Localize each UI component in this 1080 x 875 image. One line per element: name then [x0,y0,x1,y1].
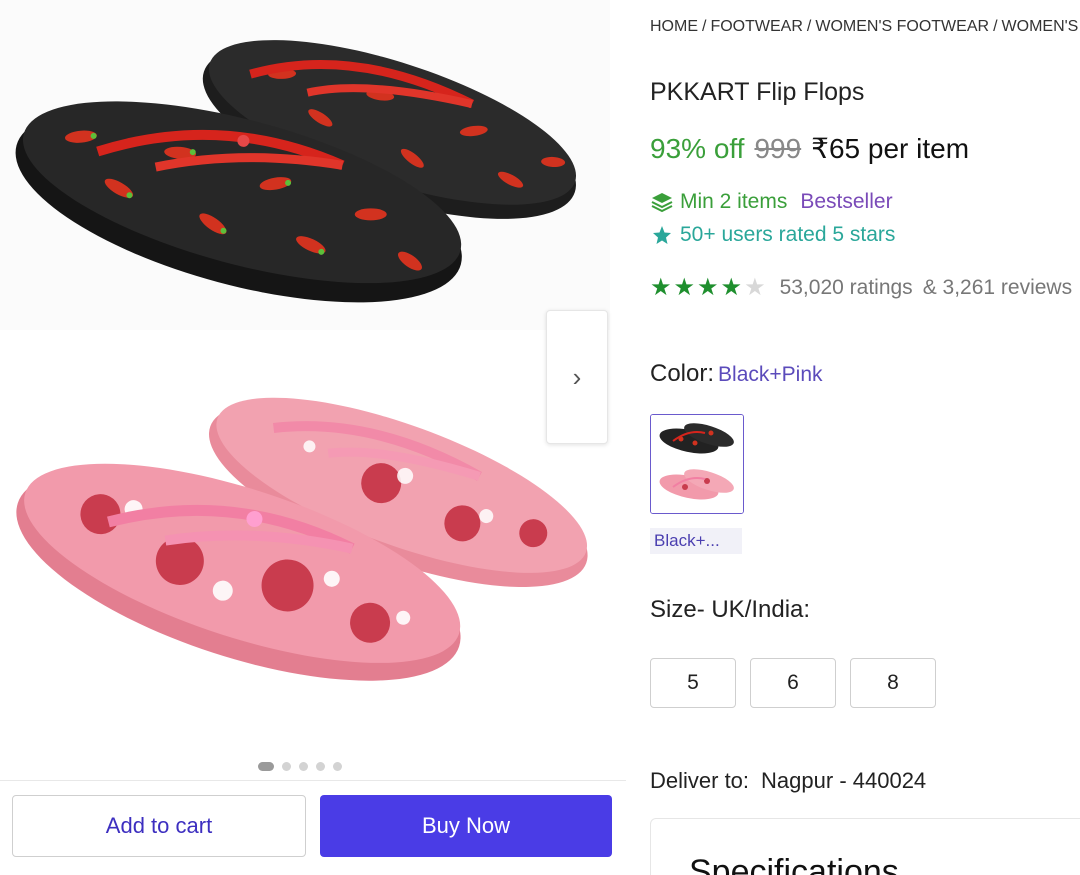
color-swatch-label[interactable]: Black+... [650,528,742,554]
product-image-pink[interactable] [0,380,610,710]
breadcrumb: HOME/FOOTWEAR/WOMEN'S FOOTWEAR/WOMEN'S S… [650,18,1080,36]
specifications-card: Specifications [650,818,1080,875]
star-rating: ★ ★ ★ ★ ★ [650,276,766,300]
delivery-row[interactable]: Deliver to: Nagpur - 440024 [650,768,926,794]
ratings-count: 53,020 ratings [779,276,913,299]
breadcrumb-womens-footwear[interactable]: WOMEN'S FOOTWEAR [815,18,989,35]
add-to-cart-button[interactable]: Add to cart [12,795,306,857]
pagination-dot[interactable] [258,762,274,771]
color-value: Black+Pink [718,363,823,386]
color-label: Color: Black+Pink [650,360,823,388]
min-items-text: Min 2 items [680,190,788,213]
reviews-count: & 3,261 reviews [922,276,1073,299]
product-title: PKKART Flip Flops [650,78,865,106]
image-pagination [258,762,342,771]
stack-layers-icon [651,193,673,213]
color-label-text: Color: [650,360,715,387]
star-filled-icon: ★ [697,274,719,301]
swatch-thumbnail [651,415,743,513]
min-items-row: Min 2 items Bestseller [650,190,893,214]
delivery-location: Nagpur - 440024 [761,768,927,793]
product-details: HOME/FOOTWEAR/WOMEN'S FOOTWEAR/WOMEN'S S… [650,0,1080,875]
pagination-dot[interactable] [299,762,308,771]
breadcrumb-home[interactable]: HOME [650,18,698,35]
users-rated-text: 50+ users rated 5 stars [680,223,896,246]
star-filled-icon: ★ [720,274,743,301]
discount-label: 93% off [650,133,745,164]
size-option-6[interactable]: 6 [750,658,836,708]
pagination-dot[interactable] [333,762,342,771]
size-option-5[interactable]: 5 [650,658,736,708]
size-options: 5 6 8 [650,658,936,708]
specifications-title: Specifications [689,853,899,875]
breadcrumb-womens-slippers[interactable]: WOMEN'S SLIPPERS [1002,18,1080,35]
deliver-to-label: Deliver to: [650,768,750,793]
size-label: Size- UK/India: [650,596,811,623]
mrp-price: 999 [754,133,802,164]
chevron-right-icon: › [572,361,582,392]
star-filled-icon: ★ [673,274,696,301]
buy-now-button[interactable]: Buy Now [320,795,612,857]
product-gallery: › Add to cart Buy Now [0,0,626,875]
star-filled-icon: ★ [650,274,672,301]
price-row: 93% off 999 ₹65 per item [650,132,969,165]
size-option-8[interactable]: 8 [850,658,936,708]
breadcrumb-footwear[interactable]: FOOTWEAR [710,18,802,35]
sparkle-star-icon [653,226,671,244]
users-rated-row: 50+ users rated 5 stars [650,223,895,247]
bestseller-badge: Bestseller [800,190,893,213]
pagination-dot[interactable] [316,762,325,771]
pagination-dot[interactable] [282,762,291,771]
color-swatch-black-pink[interactable] [650,414,744,514]
rating-row[interactable]: ★ ★ ★ ★ ★ 53,020 ratings & 3,261 reviews [650,276,1072,300]
next-image-button[interactable]: › [546,310,608,444]
product-image-black[interactable] [0,0,610,330]
star-empty-icon: ★ [744,274,766,301]
selling-price: ₹65 per item [811,133,970,164]
